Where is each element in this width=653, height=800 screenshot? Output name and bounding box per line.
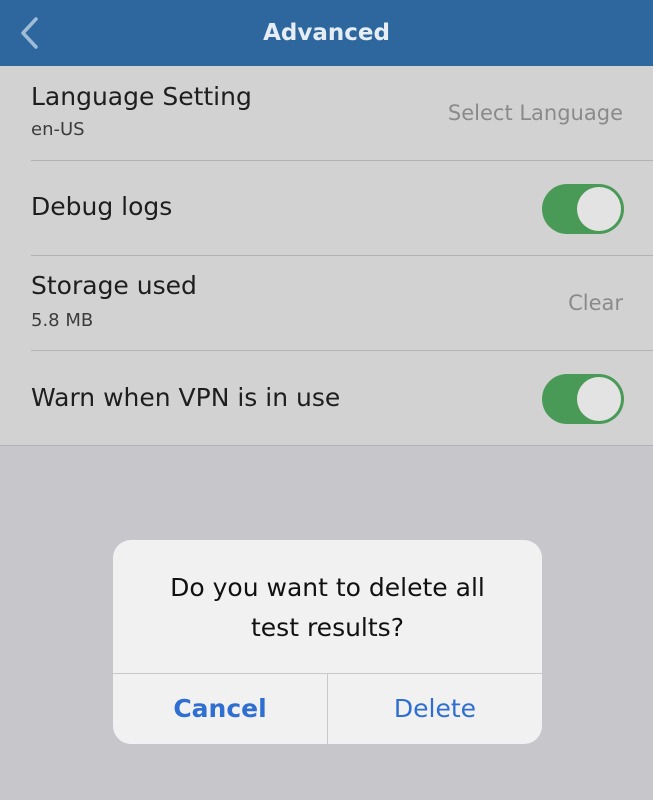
- storage-used-value: 5.8 MB: [31, 310, 94, 331]
- debug-logs-toggle[interactable]: [542, 184, 624, 234]
- clear-storage-button[interactable]: Clear: [568, 291, 623, 315]
- debug-logs-row: Debug logs: [0, 161, 653, 256]
- vpn-warning-title: Warn when VPN is in use: [31, 383, 341, 412]
- dialog-message-line: test results?: [251, 613, 404, 642]
- select-language-button[interactable]: Select Language: [448, 101, 623, 125]
- dialog-message: Do you want to delete all test results?: [143, 568, 512, 648]
- dialog-message-line: Do you want to delete all: [170, 573, 485, 602]
- divider: [0, 445, 653, 446]
- nav-bar: Advanced: [0, 0, 653, 66]
- cancel-button[interactable]: Cancel: [113, 674, 327, 744]
- storage-used-row: Storage used 5.8 MB Clear: [0, 256, 653, 351]
- page-title: Advanced: [263, 20, 390, 46]
- vpn-warning-row: Warn when VPN is in use: [0, 351, 653, 446]
- storage-used-title: Storage used: [31, 271, 197, 300]
- toggle-knob: [577, 377, 621, 421]
- delete-button[interactable]: Delete: [328, 674, 542, 744]
- toggle-knob: [577, 187, 621, 231]
- delete-confirm-dialog: Do you want to delete all test results? …: [113, 540, 542, 744]
- language-setting-row[interactable]: Language Setting en-US Select Language: [0, 66, 653, 161]
- debug-logs-title: Debug logs: [31, 192, 173, 221]
- language-setting-title: Language Setting: [31, 82, 252, 111]
- vpn-warning-toggle[interactable]: [542, 374, 624, 424]
- language-setting-value: en-US: [31, 119, 85, 140]
- settings-list: Language Setting en-US Select Language D…: [0, 66, 653, 446]
